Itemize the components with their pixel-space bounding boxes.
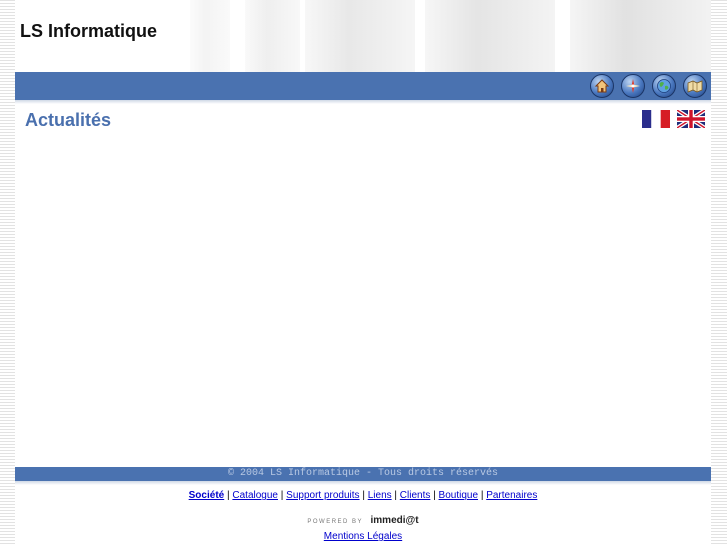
english-flag[interactable] (675, 108, 707, 130)
compass-icon[interactable] (621, 74, 645, 98)
powered-by-label: POWERED BY (307, 519, 364, 525)
footer-separator: | (394, 490, 398, 501)
globe-icon[interactable] (652, 74, 676, 98)
copyright-bar: © 2004 LS Informatique - Tous droits rés… (15, 467, 711, 481)
uk-flag-icon (675, 108, 707, 130)
header-decoration (305, 0, 415, 72)
footer-separator: | (362, 490, 365, 501)
footer-link-liens[interactable]: Liens (368, 490, 392, 501)
header-decoration (245, 0, 300, 72)
mentions-legales-link[interactable]: Mentions Légales (324, 531, 402, 542)
page-container: LS Informatique Actualités © 2004 LS Inf… (15, 0, 711, 545)
footer-link-societe[interactable]: Société (189, 490, 225, 501)
header-decoration (190, 0, 230, 72)
site-title: LS Informatique (20, 21, 158, 41)
footer-link-catalogue[interactable]: Catalogue (232, 490, 278, 501)
footer-separator: | (480, 490, 484, 501)
nav-bar-shadow (15, 100, 711, 104)
header-decoration (570, 0, 711, 72)
footer-link-boutique[interactable]: Boutique (439, 490, 478, 501)
footer-separator: | (227, 490, 230, 501)
footer-shadow (15, 481, 711, 485)
footer-link-clients[interactable]: Clients (400, 490, 431, 501)
nav-bar (15, 72, 711, 100)
french-flag[interactable] (642, 110, 670, 128)
home-icon[interactable] (590, 74, 614, 98)
copyright-text: © 2004 LS Informatique - Tous droits rés… (227, 468, 499, 479)
legal-section: Mentions Légales (15, 531, 711, 542)
page-title: Actualités (25, 110, 112, 130)
powered-by-logo[interactable]: POWERED BY immedi@t (15, 510, 711, 528)
footer-separator: | (280, 490, 284, 501)
footer-separator: | (433, 490, 436, 501)
header: LS Informatique (15, 0, 711, 72)
map-icon[interactable] (683, 74, 707, 98)
powered-by-brand: immedi@t (370, 515, 419, 526)
footer-links: Société | Catalogue | Support produits |… (15, 490, 711, 501)
french-flag-icon (642, 110, 670, 128)
footer-link-partenaires[interactable]: Partenaires (486, 490, 537, 501)
header-decoration (425, 0, 555, 72)
footer-link-support-produits[interactable]: Support produits (286, 490, 359, 501)
